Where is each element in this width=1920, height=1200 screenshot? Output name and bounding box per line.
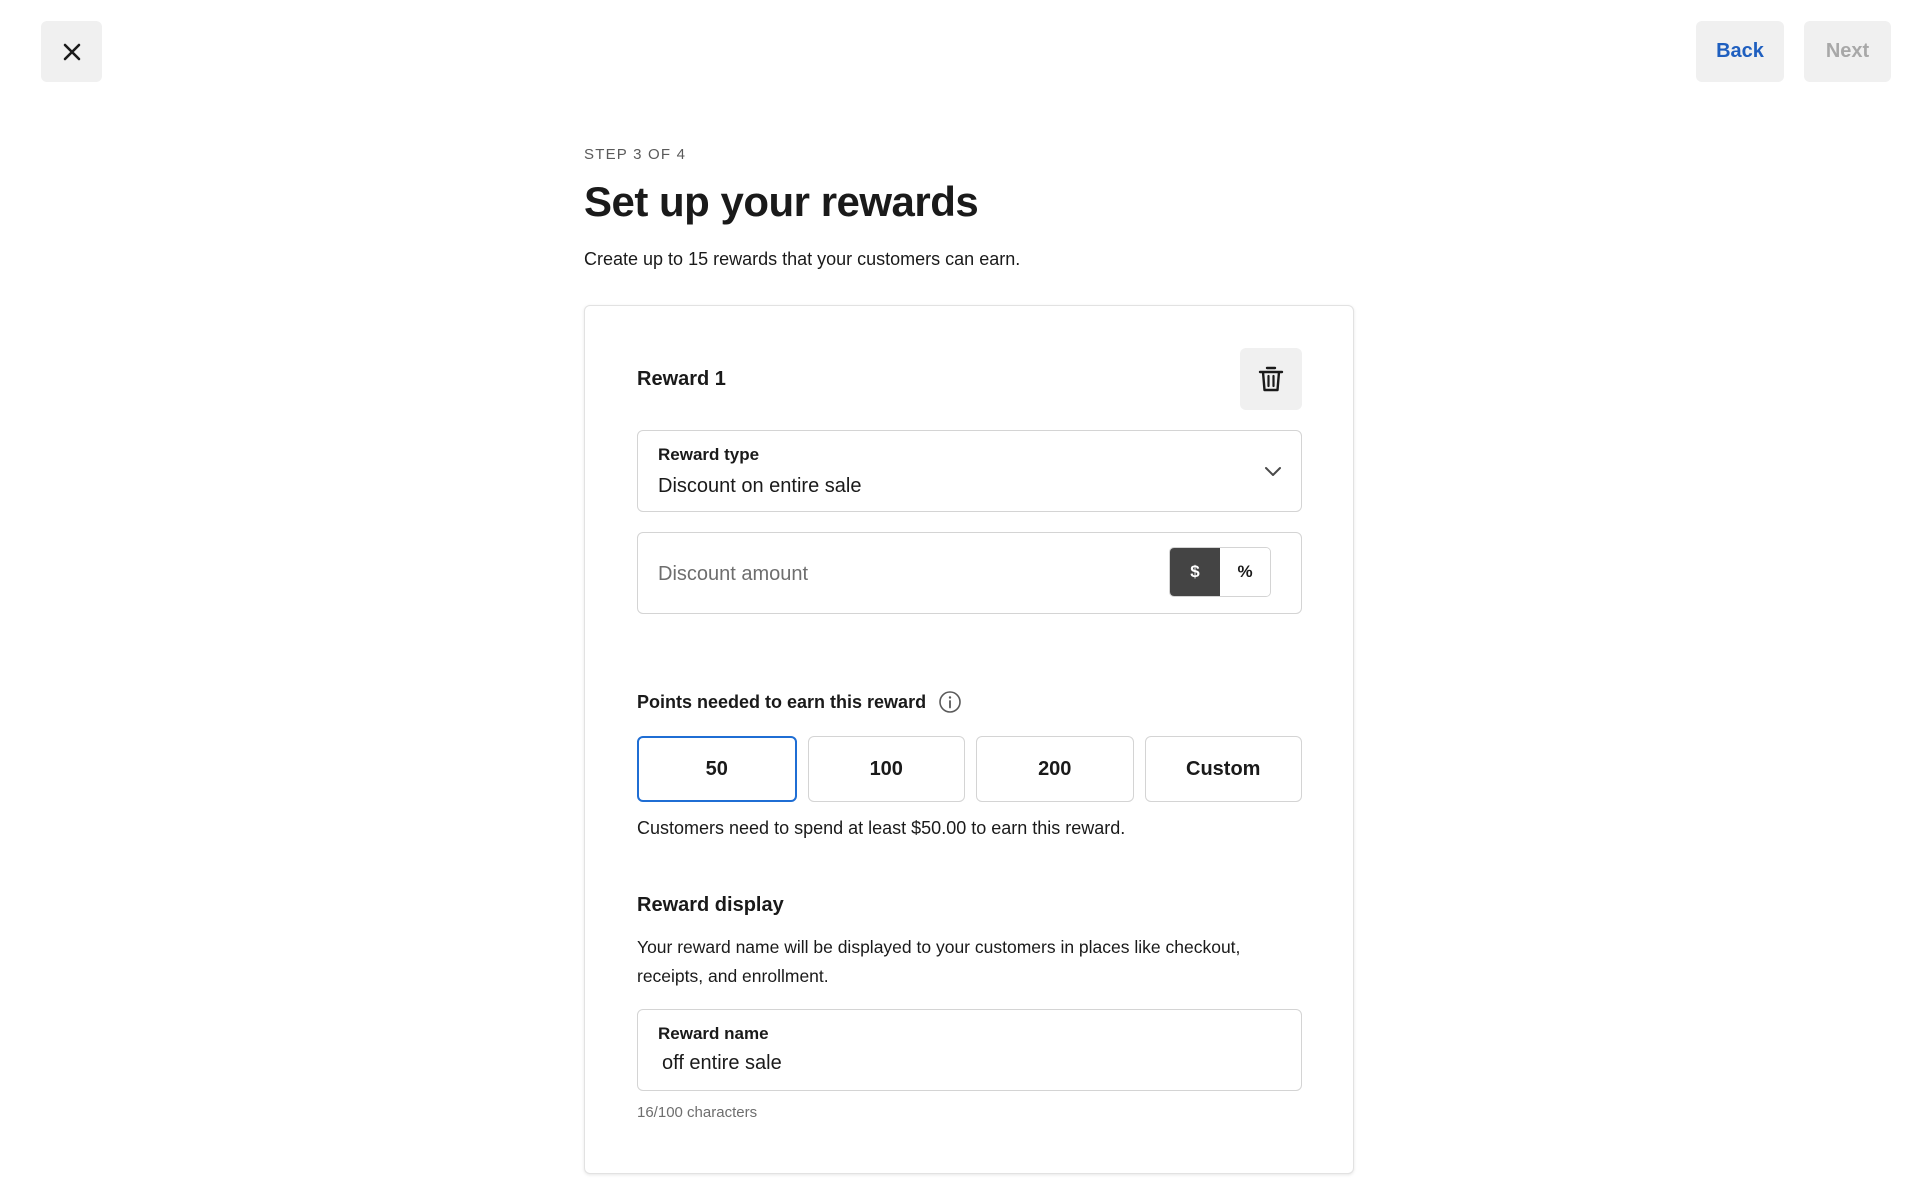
unit-percent-button[interactable]: % bbox=[1220, 548, 1270, 596]
reward-name-label: Reward name bbox=[658, 1024, 769, 1043]
points-option-custom[interactable]: Custom bbox=[1144, 736, 1302, 802]
reward-name-input[interactable] bbox=[658, 1047, 1258, 1079]
unit-dollar-button[interactable]: $ bbox=[1170, 548, 1220, 596]
points-label: Points needed to earn this reward bbox=[637, 690, 962, 714]
step-indicator: STEP 3 OF 4 bbox=[584, 146, 687, 163]
page-subtitle: Create up to 15 rewards that your custom… bbox=[584, 249, 1021, 269]
reward-display-description: Your reward name will be displayed to yo… bbox=[637, 937, 1241, 986]
reward-display-title: Reward display bbox=[637, 894, 784, 916]
reward-type-label: Reward type bbox=[658, 445, 760, 464]
spend-note: Customers need to spend at least $50.00 … bbox=[637, 818, 1126, 838]
char-count: 16/100 characters bbox=[637, 1104, 758, 1121]
unit-toggle: $ % bbox=[1169, 547, 1271, 597]
reward-type-value: Discount on entire sale bbox=[658, 475, 862, 497]
points-options: 50 100 200 Custom bbox=[637, 736, 1302, 802]
points-label-text: Points needed to earn this reward bbox=[637, 691, 927, 712]
next-button[interactable]: Next bbox=[1804, 21, 1891, 82]
reward-title: Reward 1 bbox=[637, 368, 726, 390]
discount-amount-input[interactable] bbox=[658, 557, 1138, 591]
page-title: Set up your rewards bbox=[584, 178, 979, 225]
trash-icon bbox=[1258, 365, 1284, 393]
close-button[interactable] bbox=[41, 21, 102, 82]
delete-reward-button[interactable] bbox=[1240, 348, 1302, 410]
close-icon bbox=[61, 41, 83, 63]
points-option-200[interactable]: 200 bbox=[976, 736, 1134, 802]
reward-card: Reward 1 Reward type Discount on entire … bbox=[584, 305, 1354, 1174]
discount-amount-field: $ % bbox=[637, 532, 1302, 614]
chevron-down-icon bbox=[1263, 461, 1283, 481]
reward-type-select[interactable]: Reward type Discount on entire sale bbox=[637, 430, 1302, 512]
points-option-50[interactable]: 50 bbox=[637, 736, 797, 802]
points-option-100[interactable]: 100 bbox=[807, 736, 965, 802]
reward-name-field: Reward name bbox=[637, 1009, 1302, 1091]
back-button[interactable]: Back bbox=[1696, 21, 1784, 82]
info-icon[interactable] bbox=[938, 690, 962, 714]
